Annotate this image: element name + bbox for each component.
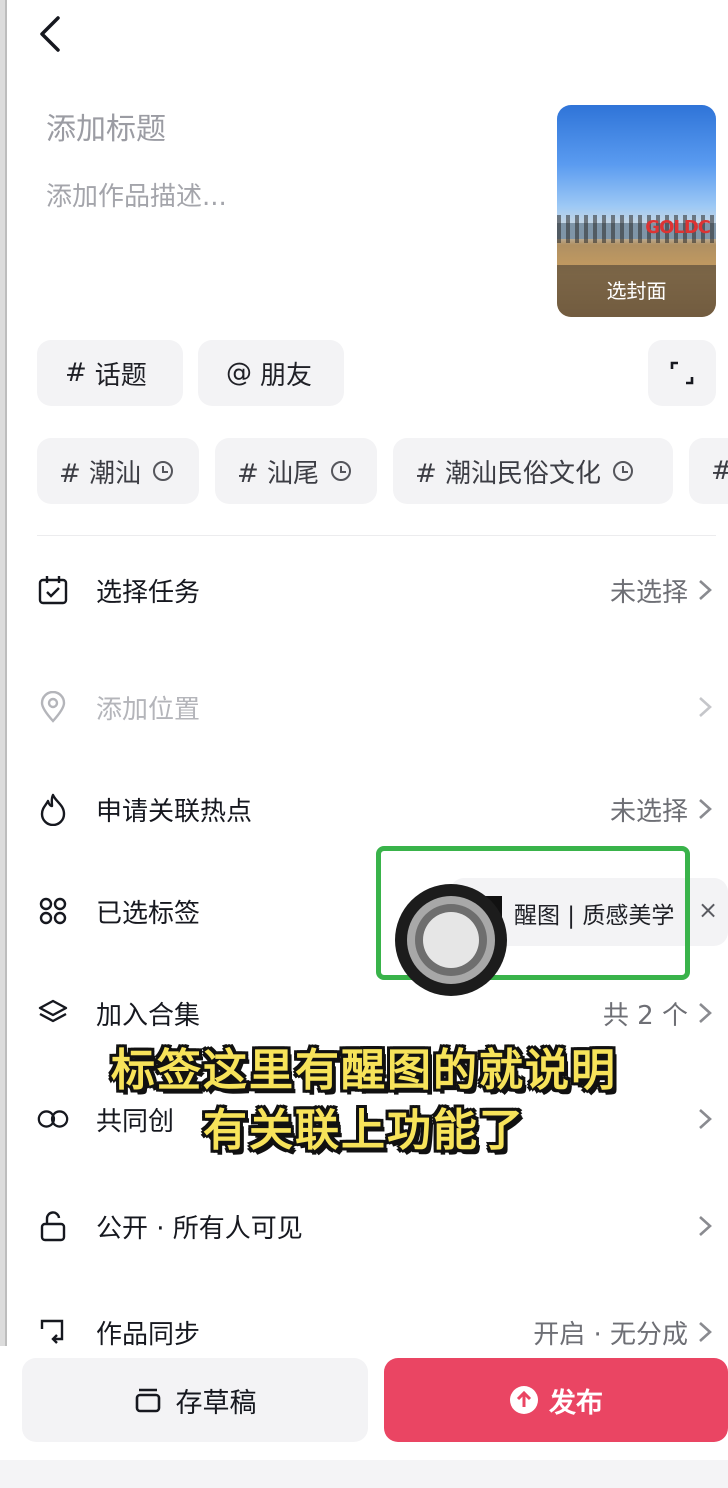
lock-open-icon [36,1209,70,1243]
clock-icon [613,461,634,481]
clock-icon [153,461,174,481]
visibility-row[interactable]: 公开 · 所有人可见 [36,1196,716,1256]
title-input[interactable]: 添加标题 [46,104,166,148]
hashtag-chip[interactable]: # 潮汕民俗文化 [393,438,673,504]
add-location-label: 添加位置 [96,694,201,725]
expand-button[interactable] [648,340,716,406]
calendar-check-icon [36,573,70,607]
hashtag-chip[interactable]: # 潮汕 [37,438,199,504]
flame-icon [36,792,70,826]
upload-arrow-icon [510,1386,538,1414]
chevron-right-icon [699,1322,712,1342]
divider [37,535,716,536]
left-window-edge [0,0,7,1488]
collection-value: 共 2 个 [602,1000,688,1031]
select-task-label: 选择任务 [96,577,201,608]
chevron-right-icon [699,1216,712,1236]
chevron-right-icon [699,1003,712,1023]
video-caption-line-2: 有关联上功能了 [203,1105,525,1156]
save-draft-button[interactable]: 存草稿 [22,1358,368,1442]
collection-label: 加入合集 [96,1000,201,1031]
mention-friend-label: 朋友 [260,360,313,391]
sync-value: 开启 · 无分成 [533,1319,688,1350]
hotspot-value: 未选择 [609,796,688,827]
video-caption-line-1: 标签这里有醒图的就说明 [111,1045,617,1096]
hashtag-label: # 潮汕 [59,458,142,489]
chevron-right-icon [699,580,712,600]
location-pin-icon [36,690,70,724]
draft-box-icon [135,1388,160,1413]
home-indicator-area [0,1460,728,1488]
description-input[interactable]: 添加作品描述... [46,176,227,213]
sync-icon [36,1315,70,1349]
publish-button[interactable]: 发布 [384,1358,728,1442]
topic-button-label: 话题 [94,360,147,391]
hashtag-label: # 潮汕民俗文化 [415,458,602,489]
publish-label: 发布 [549,1387,603,1419]
hashtag-label: # [711,456,728,486]
remove-tag-icon[interactable]: × [698,896,718,924]
hashtag-label: # 汕尾 [237,458,320,489]
sync-label: 作品同步 [96,1319,201,1350]
select-cover-label[interactable]: 选封面 [557,265,716,317]
cover-sign: GOLDC [645,217,711,238]
topic-button[interactable]: # 话题 [37,340,183,406]
add-location-row[interactable]: 添加位置 [36,677,716,737]
mention-friend-button[interactable]: @ 朋友 [198,340,344,406]
selected-tags-row[interactable]: 已选标签 [36,881,396,941]
hash-icon: # [65,358,87,388]
expand-icon [670,361,694,385]
grid-icon [36,894,70,928]
at-icon: @ [226,358,252,388]
selected-tags-label: 已选标签 [96,898,201,929]
chevron-right-icon [699,799,712,819]
visibility-label: 公开 · 所有人可见 [96,1213,303,1244]
select-task-row[interactable]: 选择任务 未选择 [36,560,716,620]
back-button[interactable] [30,12,74,56]
save-draft-label: 存草稿 [175,1387,257,1419]
cover-thumbnail[interactable]: GOLDC 选封面 [557,105,716,317]
clock-icon [331,461,352,481]
chevron-left-icon [40,16,60,52]
select-task-value: 未选择 [609,577,688,608]
touch-indicator [395,884,507,996]
layers-icon [36,996,70,1030]
chevron-right-icon [699,697,712,717]
hashtag-chip[interactable]: # 汕尾 [215,438,377,504]
hotspot-label: 申请关联热点 [96,796,253,827]
hashtag-chip-partial[interactable]: # [689,438,728,504]
hotspot-row[interactable]: 申请关联热点 未选择 [36,779,716,839]
